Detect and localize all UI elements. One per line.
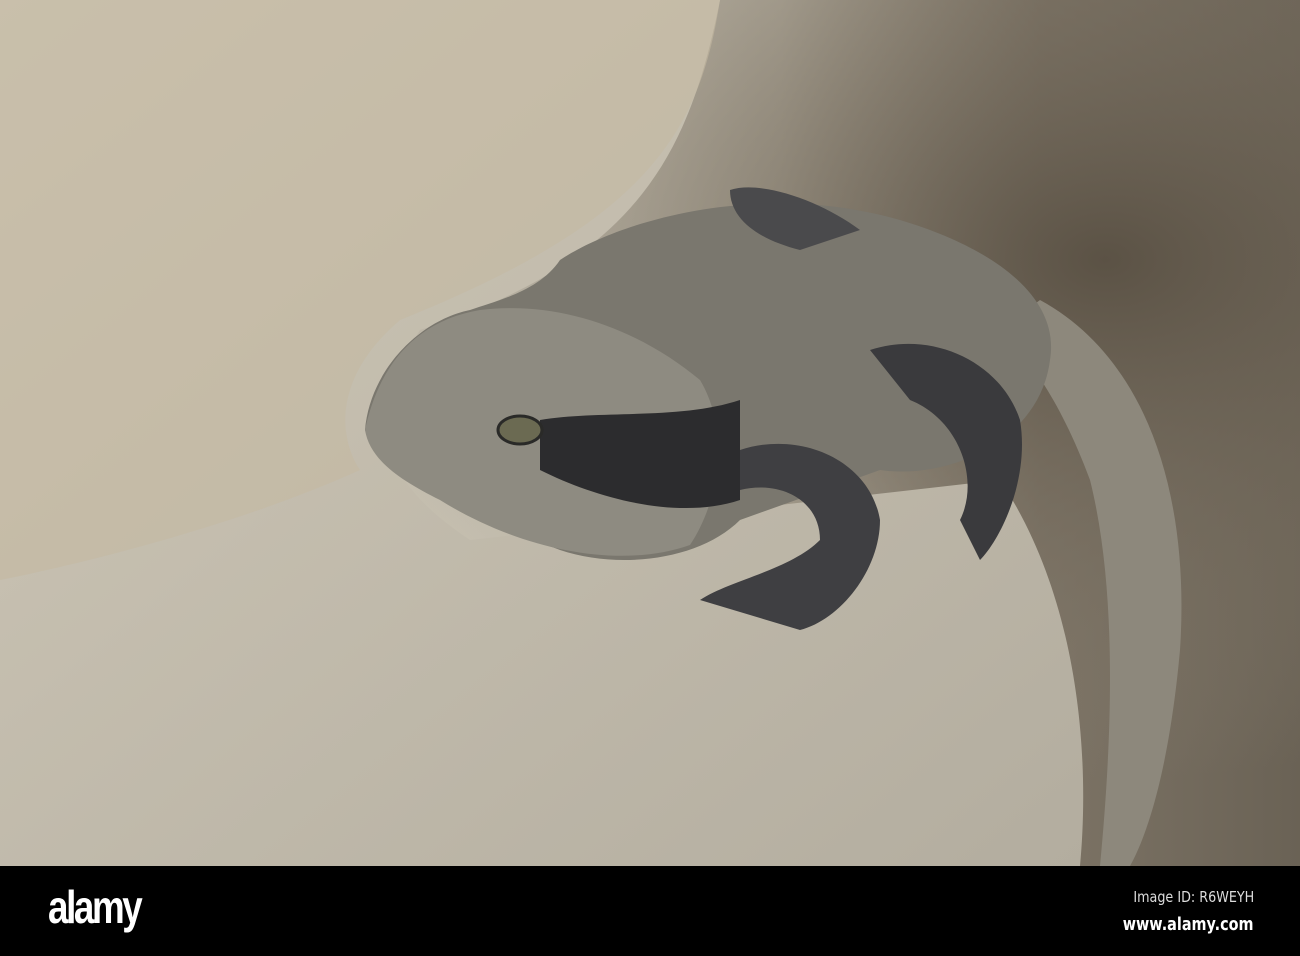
watermark-bar: alamy Image ID: R6WEYH www.alamy.com [0,866,1300,956]
image-id: Image ID: R6WEYH [1133,888,1254,906]
photo-illustration [0,0,1300,866]
site-url: www.alamy.com [1123,914,1254,935]
alamy-logo: alamy [48,881,143,933]
lizard-photo [0,0,1300,866]
lizard-eye [496,414,544,446]
